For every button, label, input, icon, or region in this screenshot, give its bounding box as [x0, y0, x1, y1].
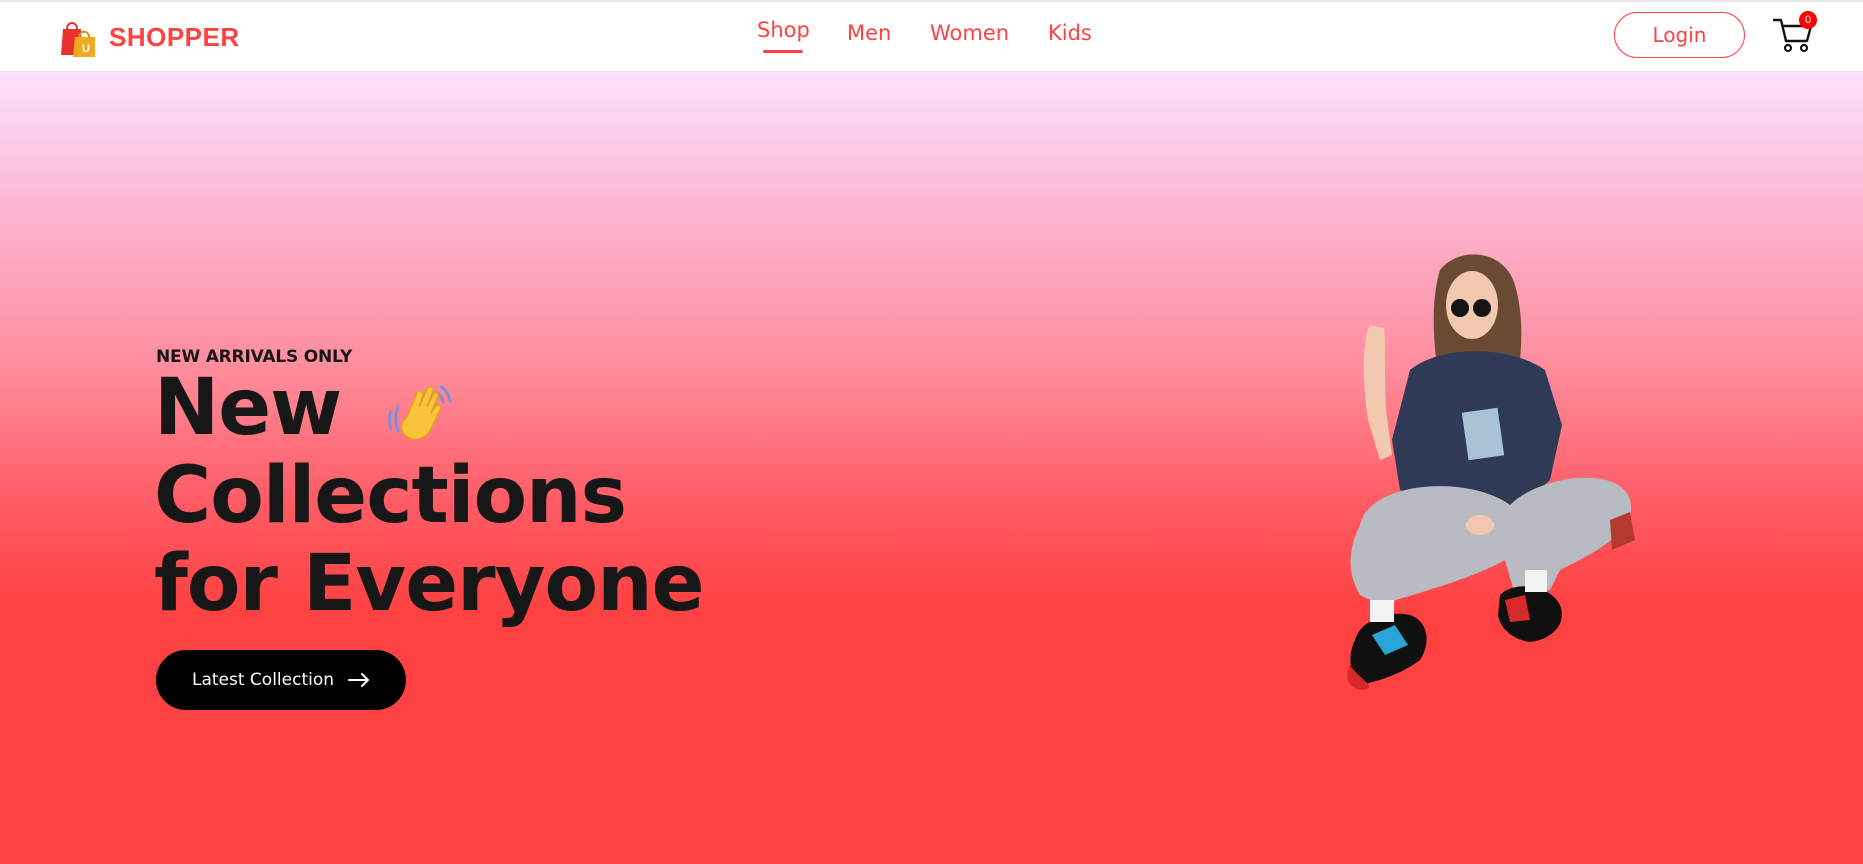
latest-collection-button[interactable]: Latest Collection [156, 650, 406, 710]
brand-name: SHOPPER [109, 21, 240, 52]
headline-text-2: Collections [154, 451, 627, 541]
hero-headline: New Collections for Everyone [154, 364, 705, 629]
cart-count-badge: 0 [1799, 11, 1817, 29]
headline-text-3: for Everyone [154, 539, 705, 629]
nav-kids[interactable]: Kids [1048, 21, 1092, 45]
arrow-right-icon [348, 673, 370, 687]
headline-line-1: New [154, 364, 704, 452]
nav-women[interactable]: Women [930, 21, 1009, 45]
logo[interactable]: U SHOPPER [55, 14, 240, 60]
login-button[interactable]: Login [1614, 12, 1745, 58]
hero-model-image [1347, 254, 1635, 690]
headline-text-1: New [154, 363, 342, 453]
nav-men[interactable]: Men [847, 21, 891, 45]
nav-shop[interactable]: Shop [757, 18, 810, 42]
shopping-bags-icon: U [61, 22, 95, 57]
latest-collection-label: Latest Collection [191, 670, 335, 690]
svg-text:U: U [82, 43, 90, 55]
navbar: U SHOPPER Shop Men Women Kids Login 0 [0, 2, 1863, 72]
waving-hand-icon [388, 385, 452, 440]
active-nav-indicator [763, 50, 803, 53]
